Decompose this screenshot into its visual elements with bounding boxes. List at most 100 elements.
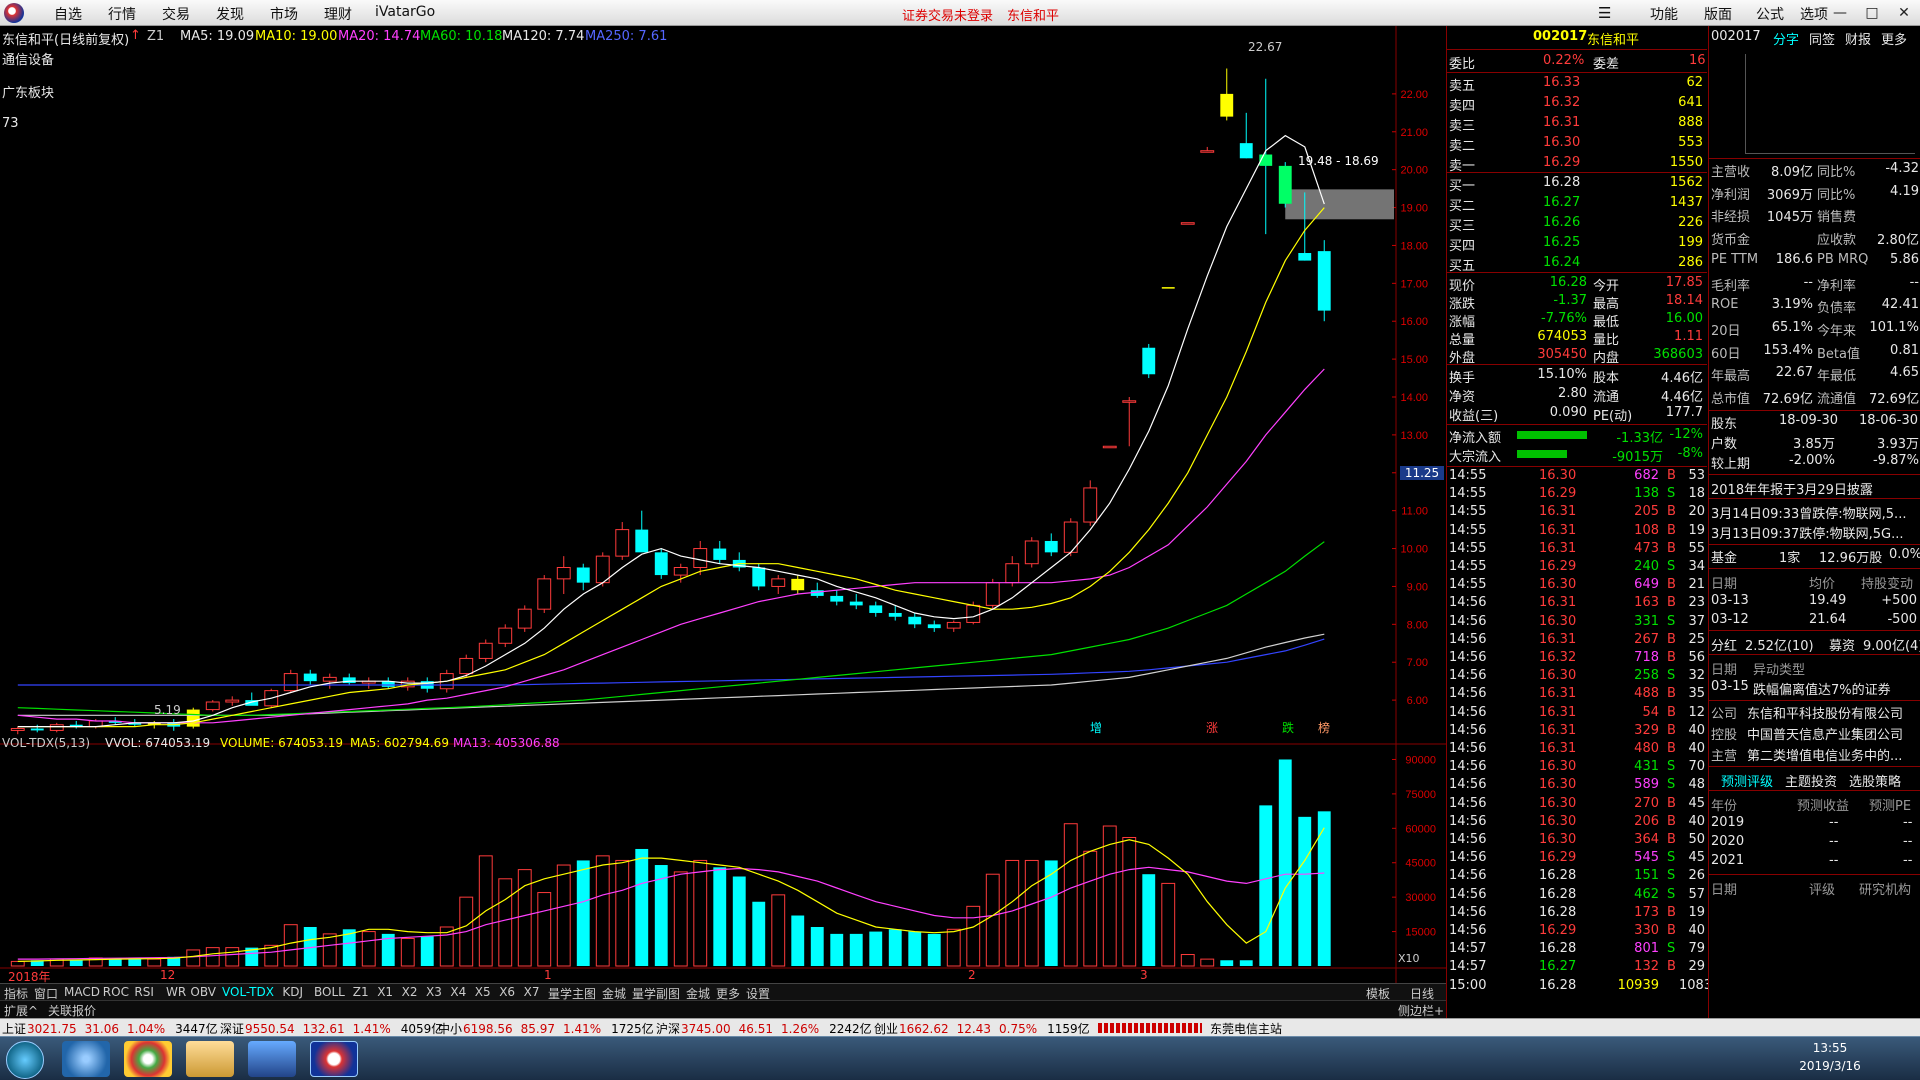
ask-price: 16.33 <box>1543 75 1581 90</box>
menu-item-shichang[interactable]: 市场 <box>270 4 298 24</box>
finance-value: 3069万 <box>1766 187 1813 203</box>
indicator-tab[interactable]: MACD <box>64 985 100 999</box>
chrome-icon[interactable] <box>124 1041 172 1077</box>
forecast-tab-0[interactable]: 预测评级 <box>1721 771 1773 790</box>
tick-volume: 589 <box>1634 777 1659 793</box>
price-zone-box <box>1285 189 1394 220</box>
index-quote[interactable]: 沪深3745.00 46.51 1.26% 2242亿 <box>656 1020 872 1037</box>
ask-row[interactable]: 卖二 16.30 553 <box>1447 134 1707 154</box>
abnormal-text[interactable]: 跌幅偏离值达7%的证券 <box>1753 679 1891 698</box>
zone-range-label: 19.48 - 18.69 <box>1298 154 1379 168</box>
ask-price: 16.31 <box>1543 115 1581 130</box>
clock-date[interactable]: 2019/3/16 <box>1760 1059 1900 1073</box>
index-quote[interactable]: 深证9550.54 132.61 1.41% 4059亿 <box>220 1020 443 1037</box>
indicator-tab[interactable]: BOLL <box>314 985 345 999</box>
related-quote-tab[interactable]: 关联报价 <box>48 1002 96 1019</box>
indicator-tab[interactable]: X2 <box>402 985 418 999</box>
start-button[interactable] <box>6 1041 44 1079</box>
indicator-tab[interactable]: X5 <box>475 985 491 999</box>
info-tab-2[interactable]: 财报 <box>1845 29 1871 48</box>
news-item-0[interactable]: 3月14日09:33曾跌停:物联网,5... <box>1711 503 1906 522</box>
tick-row: 14:56 16.28 173 B 19 <box>1447 905 1707 923</box>
tick-volume: 151 <box>1634 868 1659 884</box>
sidebar-toggle[interactable]: 侧边栏+ <box>1398 1002 1444 1019</box>
menu-item-zixuan[interactable]: 自选 <box>54 4 82 24</box>
volume-bar <box>927 933 941 966</box>
app-grid-icon[interactable] <box>248 1041 296 1077</box>
ask-row[interactable]: 卖四 16.32 641 <box>1447 94 1707 114</box>
menu-item-gongshi[interactable]: 公式 <box>1756 4 1784 24</box>
flow-bar <box>1517 450 1567 458</box>
explorer-icon[interactable] <box>186 1041 234 1077</box>
indicator-tab[interactable]: X3 <box>426 985 442 999</box>
close-icon[interactable]: ✕ <box>1888 0 1920 26</box>
menu-item-faxian[interactable]: 发现 <box>216 4 244 24</box>
bid-label: 买一 <box>1449 179 1476 194</box>
clock-time[interactable]: 13:55 <box>1760 1041 1900 1055</box>
index-quote[interactable]: 中小6198.56 85.97 1.41% 1725亿 <box>438 1020 654 1037</box>
news-item-1[interactable]: 3月13日09:37跌停:物联网,5G... <box>1711 523 1904 542</box>
info-tab-1[interactable]: 同签 <box>1809 29 1835 48</box>
event-marker-zhang[interactable]: 涨 <box>1206 719 1218 736</box>
indicator-tab[interactable]: Z1 <box>353 985 369 999</box>
menu-item-ivatargo[interactable]: iVatarGo <box>375 4 435 20</box>
volume-bar <box>869 931 883 966</box>
indicator-tab[interactable]: X1 <box>377 985 393 999</box>
volume-tick-label: 75000 <box>1405 789 1436 801</box>
indicator-tab[interactable]: KDJ <box>282 985 303 999</box>
forecast-tab-1[interactable]: 主题投资 <box>1785 771 1837 790</box>
finance-label: 应收款 <box>1817 233 1857 249</box>
server-name[interactable]: 东莞电信主站 <box>1210 1020 1282 1037</box>
menu-item-banmian[interactable]: 版面 <box>1704 4 1732 24</box>
event-marker-zeng[interactable]: 增 <box>1090 719 1102 736</box>
event-marker-die[interactable]: 跌 <box>1282 719 1294 736</box>
finance-row: 年最高 22.67 年最低 4.65 <box>1709 364 1920 385</box>
fundamental-value: 177.7 <box>1665 405 1703 420</box>
event-marker-bang[interactable]: 榜 <box>1318 719 1330 736</box>
ask-row[interactable]: 卖五 16.33 62 <box>1447 74 1707 94</box>
menu-item-licai[interactable]: 理财 <box>324 4 352 24</box>
indicator-tab[interactable]: OBV <box>190 985 216 999</box>
indicator-tab[interactable]: X4 <box>450 985 466 999</box>
login-notice[interactable]: 证券交易未登录 <box>902 5 993 24</box>
menu-item-hangqing[interactable]: 行情 <box>108 4 136 24</box>
bid-row[interactable]: 买四 16.25 199 <box>1447 234 1707 254</box>
info-tab-0[interactable]: 分字 <box>1773 29 1799 48</box>
ask-row[interactable]: 卖一 16.29 1550 <box>1447 154 1707 174</box>
extension-bar: 扩展^ 关联报价 侧边栏+ <box>0 1000 1446 1018</box>
sector-label-guangdong[interactable]: 广东板块 <box>2 82 54 101</box>
index-value: 1662.62 <box>899 1022 949 1036</box>
volume-bar <box>1005 859 1020 967</box>
stock-app-icon[interactable] <box>310 1041 358 1077</box>
info-tab-3[interactable]: 更多 <box>1881 29 1907 48</box>
indicator-tab[interactable]: ROC <box>103 985 129 999</box>
index-quote[interactable]: 创业1662.62 12.43 0.75% 1159亿 <box>874 1020 1090 1037</box>
ask-row[interactable]: 卖三 16.31 888 <box>1447 114 1707 134</box>
list-icon[interactable]: ☰ <box>1598 4 1611 22</box>
ie-icon[interactable] <box>62 1041 110 1077</box>
indicator-tab[interactable]: X6 <box>499 985 515 999</box>
indicator-tab[interactable]: VOL-TDX <box>222 985 274 999</box>
report-note[interactable]: 2018年年报于3月29日披露 <box>1711 479 1873 498</box>
maximize-icon[interactable]: □ <box>1856 0 1888 26</box>
bid-row[interactable]: 买二 16.27 1437 <box>1447 194 1707 214</box>
finance-label: 年最高 <box>1711 369 1751 385</box>
finance-label: 年最低 <box>1817 369 1857 385</box>
menu-item-gongneng[interactable]: 功能 <box>1650 4 1678 24</box>
indicator-tab[interactable]: RSI <box>134 985 154 999</box>
menu-item-jiaoyi[interactable]: 交易 <box>162 4 190 24</box>
minimize-icon[interactable]: — <box>1824 0 1856 26</box>
tick-count: 35 <box>1688 686 1705 702</box>
forecast-tab-2[interactable]: 选股策略 <box>1849 771 1901 790</box>
price-volume-chart[interactable]: 6.007.008.009.0010.0011.0012.0013.0014.0… <box>0 26 1446 983</box>
indicator-tab[interactable]: WR <box>166 985 186 999</box>
bid-row[interactable]: 买五 16.24 286 <box>1447 254 1707 274</box>
tick-price: 16.31 <box>1539 704 1577 720</box>
indicator-tab[interactable]: X7 <box>524 985 540 999</box>
sector-label-tongxin[interactable]: 通信设备 <box>2 49 54 68</box>
tick-time: 14:56 <box>1449 650 1487 665</box>
extension-toggle[interactable]: 扩展^ <box>4 1002 38 1019</box>
bid-row[interactable]: 买一 16.28 1562 <box>1447 174 1707 194</box>
index-quote[interactable]: 上证3021.75 31.06 1.04% 3447亿 <box>2 1020 218 1037</box>
bid-row[interactable]: 买三 16.26 226 <box>1447 214 1707 234</box>
